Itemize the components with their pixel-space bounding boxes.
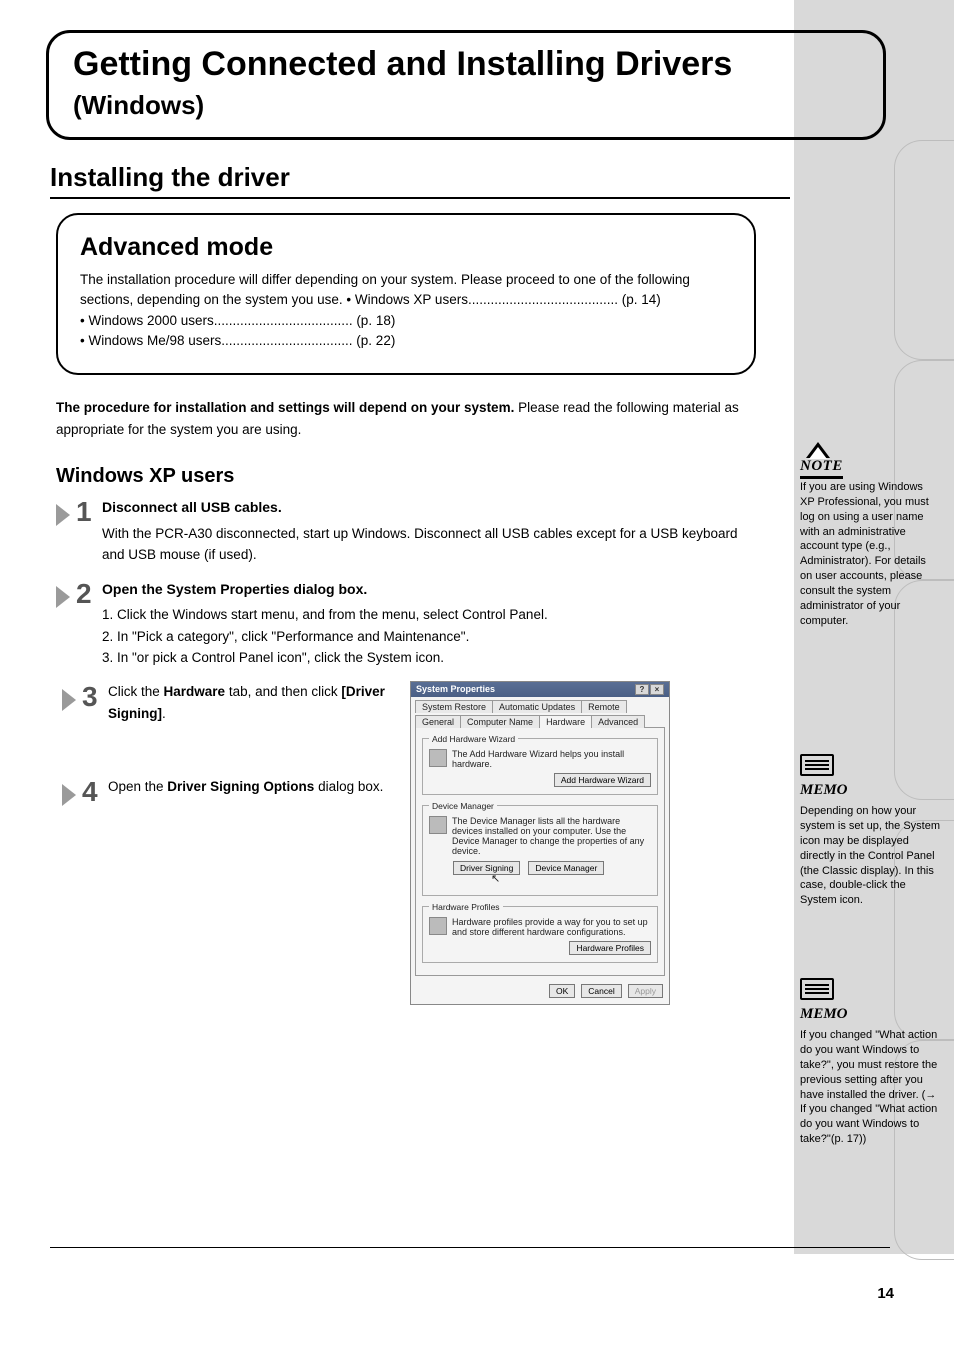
- step-3-num: 3: [62, 681, 108, 713]
- group-add-hardware-wizard: Add Hardware Wizard The Add Hardware Wiz…: [422, 734, 658, 795]
- step-3: 3 Click the Hardware tab, and then click…: [62, 681, 392, 724]
- note-text: If you are using Windows XP Professional…: [800, 480, 940, 628]
- chevron-right-icon: [56, 504, 70, 526]
- group1-text: The Add Hardware Wizard helps you instal…: [452, 749, 651, 769]
- bottom-rule: [50, 1247, 890, 1248]
- para-preface: The procedure for installation and setti…: [56, 397, 756, 440]
- side-memo1-block: MEMO Depending on how your system is set…: [800, 754, 940, 908]
- chevron-right-icon: [56, 586, 70, 608]
- hardware-profiles-icon: [429, 917, 447, 935]
- title-sub: (Windows): [73, 90, 859, 121]
- dialog-body: Add Hardware Wizard The Add Hardware Wiz…: [415, 727, 665, 976]
- dialog-window-controls: ?×: [634, 684, 664, 695]
- step-2-num: 2: [56, 578, 102, 610]
- advanced-mode-text: The installation procedure will differ d…: [80, 270, 732, 351]
- ok-button[interactable]: OK: [549, 984, 575, 998]
- apply-button[interactable]: Apply: [628, 984, 663, 998]
- group-hardware-profiles: Hardware Profiles Hardware profiles prov…: [422, 902, 658, 963]
- group3-text: Hardware profiles provide a way for you …: [452, 917, 651, 937]
- cancel-button[interactable]: Cancel: [581, 984, 621, 998]
- page-number: 14: [877, 1285, 894, 1302]
- legend-device-manager: Device Manager: [429, 801, 497, 811]
- legend-hardware-profiles: Hardware Profiles: [429, 902, 503, 912]
- dialog-titlebar: System Properties ?×: [411, 682, 669, 697]
- step-1-num: 1: [56, 496, 102, 528]
- step-3-body: Click the Hardware tab, and then click […: [108, 681, 392, 724]
- hardware-wizard-icon: [429, 749, 447, 767]
- dialog-title-text: System Properties: [416, 684, 495, 694]
- side-tab-1: [894, 140, 954, 360]
- group-device-manager: Device Manager The Device Manager lists …: [422, 801, 658, 896]
- tab-automatic-updates[interactable]: Automatic Updates: [492, 700, 582, 713]
- memo1-label: MEMO: [800, 780, 940, 800]
- dialog-tabs-row2: General Computer Name Hardware Advanced: [411, 712, 669, 727]
- cursor-icon: ↖: [491, 872, 713, 885]
- dialog-column: System Properties ?× System Restore Auto…: [410, 681, 670, 1005]
- step-2: 2 Open the System Properties dialog box.…: [56, 578, 756, 669]
- tab-system-restore[interactable]: System Restore: [415, 700, 493, 713]
- page-content: Getting Connected and Installing Drivers…: [0, 0, 794, 1005]
- side-note-block: NOTE If you are using Windows XP Profess…: [800, 448, 940, 628]
- advanced-mode-title: Advanced mode: [80, 233, 732, 262]
- step-1-body: Disconnect all USB cables. With the PCR-…: [102, 496, 756, 566]
- steps-3-4-left: 3 Click the Hardware tab, and then click…: [56, 681, 396, 1005]
- title-main: Getting Connected and Installing Drivers: [73, 45, 859, 84]
- tab-advanced[interactable]: Advanced: [591, 715, 645, 728]
- para-preface-bold: The procedure for installation and setti…: [56, 400, 514, 415]
- chevron-right-icon: [62, 689, 76, 711]
- steps-3-4-row: 3 Click the Hardware tab, and then click…: [56, 681, 794, 1005]
- note-label: NOTE: [800, 456, 843, 479]
- memo2-text: If you changed "What action do you want …: [800, 1028, 940, 1147]
- tab-hardware[interactable]: Hardware: [539, 715, 592, 728]
- memo2-label: MEMO: [800, 1004, 940, 1024]
- step-4: 4 Open the Driver Signing Options dialog…: [62, 776, 392, 808]
- side-memo2-block: MEMO If you changed "What action do you …: [800, 978, 940, 1147]
- step-4-body: Open the Driver Signing Options dialog b…: [108, 776, 392, 798]
- dialog-tabs-row1: System Restore Automatic Updates Remote: [411, 697, 669, 712]
- step-4-num: 4: [62, 776, 108, 808]
- add-hardware-wizard-button[interactable]: Add Hardware Wizard: [554, 773, 651, 787]
- section-header: Installing the driver: [50, 162, 790, 199]
- step-1: 1 Disconnect all USB cables. With the PC…: [56, 496, 756, 566]
- title-box: Getting Connected and Installing Drivers…: [46, 30, 886, 140]
- step-2-l3: 3. In "or pick a Control Panel icon", cl…: [102, 647, 756, 669]
- system-properties-dialog: System Properties ?× System Restore Auto…: [410, 681, 670, 1005]
- memo-icon: [800, 978, 834, 1000]
- tab-computer-name[interactable]: Computer Name: [460, 715, 540, 728]
- help-icon[interactable]: ?: [635, 684, 649, 695]
- legend-add-hardware: Add Hardware Wizard: [429, 734, 518, 744]
- windows-xp-heading: Windows XP users: [56, 460, 756, 492]
- step-1-text: With the PCR-A30 disconnected, start up …: [102, 523, 756, 566]
- chevron-right-icon: [62, 784, 76, 806]
- tab-remote[interactable]: Remote: [581, 700, 627, 713]
- device-manager-icon: [429, 816, 447, 834]
- tab-general[interactable]: General: [415, 715, 461, 728]
- step-1-title: Disconnect all USB cables.: [102, 496, 756, 518]
- step-2-l2: 2. In "Pick a category", click "Performa…: [102, 626, 756, 648]
- hardware-profiles-button[interactable]: Hardware Profiles: [569, 941, 651, 955]
- dialog-footer: OK Cancel Apply: [411, 980, 669, 1004]
- close-icon[interactable]: ×: [650, 684, 664, 695]
- step-2-body: Open the System Properties dialog box. 1…: [102, 578, 756, 669]
- group2-text: The Device Manager lists all the hardwar…: [452, 816, 651, 856]
- note-icon: NOTE: [800, 448, 840, 474]
- step-2-title: Open the System Properties dialog box.: [102, 578, 756, 600]
- advanced-mode-box: Advanced mode The installation procedure…: [56, 213, 756, 375]
- step-2-l1: 1. Click the Windows start menu, and fro…: [102, 604, 756, 626]
- memo-icon: [800, 754, 834, 776]
- memo1-text: Depending on how your system is set up, …: [800, 804, 940, 908]
